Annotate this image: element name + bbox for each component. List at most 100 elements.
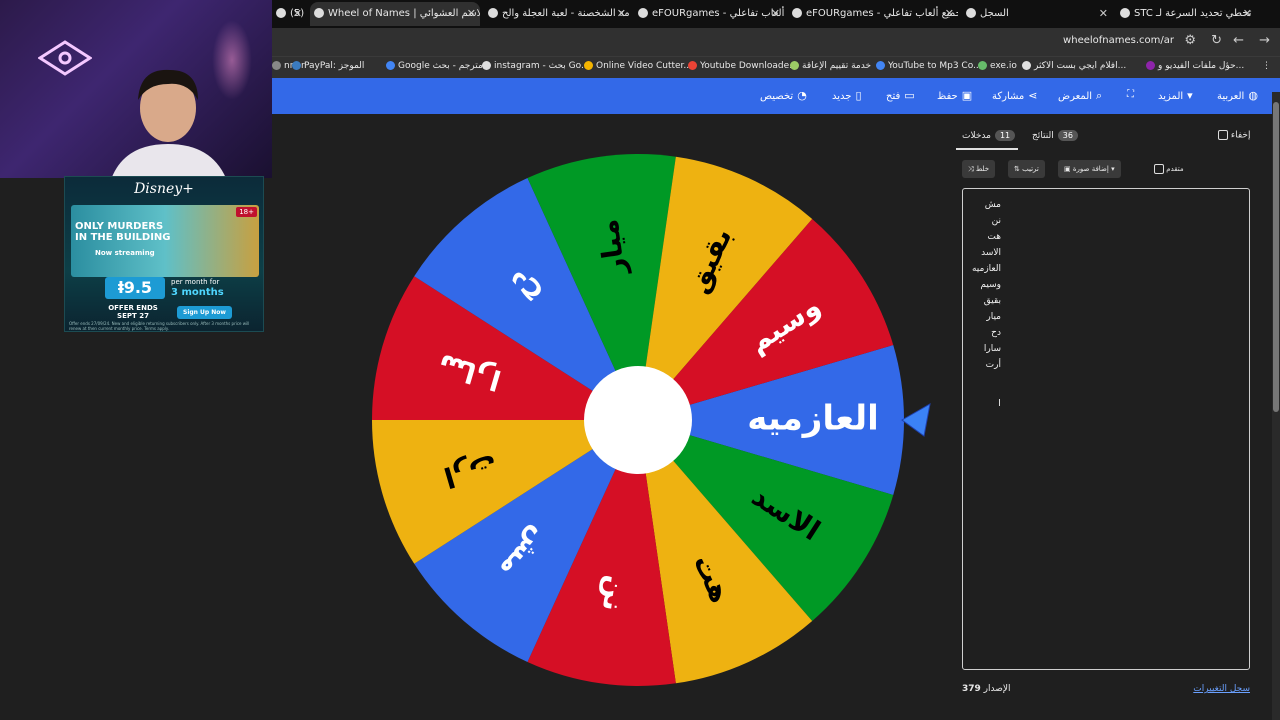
bookmark-favicon-icon <box>386 61 395 70</box>
bookmark-favicon-icon <box>292 61 301 70</box>
tab-label: eFOURgames - جميع ألعاب تفاعلي <box>652 8 784 19</box>
advanced-toggle[interactable]: متقدم <box>1148 160 1190 178</box>
bookmark-item[interactable]: instagram - بحث Go... <box>482 61 590 71</box>
bookmark-favicon-icon <box>1146 61 1155 70</box>
wheel[interactable]: العازميهالاسدهتننمشارتسارادحميار بقيقوسيم <box>368 150 931 690</box>
entries-panel: إخفاء النتائج 36 مدخلات 11 متقدم ▣ إضافة ص… <box>952 114 1268 720</box>
disney-plus-ad[interactable]: Disney+ 18+ ONLY MURDERS IN THE BUILDING… <box>64 176 264 332</box>
bookmark-item[interactable]: خدمة تقييم الإعاقة <box>790 61 871 71</box>
entry-line: دح <box>991 328 1001 338</box>
tab-label: دوامة الشخصنة - لعبة العجلة والح <box>502 8 630 19</box>
tab-favicon-icon <box>792 8 802 18</box>
new-button[interactable]: جديد ▯ <box>832 89 862 102</box>
tab-label: STC تخطي تحديد السرعة لـ <box>1134 8 1252 19</box>
entry-line: العازميه <box>971 264 1001 274</box>
neon-logo-icon <box>38 40 92 76</box>
address-bar: → ← ↻ ⚙ wheelofnames.com/ar <box>272 28 1280 56</box>
entry-line: وسيم <box>980 280 1001 290</box>
sort-icon: ⇅ <box>1014 165 1020 173</box>
tab-label: السجل <box>980 8 1009 19</box>
close-tab-icon[interactable]: ✕ <box>293 2 302 26</box>
shuffle-button[interactable]: ⤨ خلط <box>962 160 996 178</box>
open-button[interactable]: فتح ▭ <box>886 89 915 102</box>
bookmark-item[interactable]: Google مترجم - بحث <box>386 61 483 71</box>
wheel-of-names-page: العربية ◍ المزيد ▾ ⛶ المعرض ⌕ مشاركة ⋖ حفظ ▣ … <box>272 78 1280 720</box>
bookmarks-more-icon[interactable]: ⋮ <box>1262 61 1271 71</box>
close-tab-icon[interactable]: ✕ <box>771 2 780 26</box>
bookmark-favicon-icon <box>1022 61 1031 70</box>
forward-icon[interactable]: → <box>1259 33 1270 48</box>
bookmark-label: PayPal: الموجز <box>304 61 365 71</box>
bookmark-item[interactable]: YouTube to Mp3 Co... <box>876 61 982 71</box>
browser-tab[interactable]: دوامة الشخصنة - لعبة العجلة والح ✕ <box>484 2 630 26</box>
webcam-overlay <box>0 0 272 178</box>
customize-button[interactable]: تخصيص ◔ <box>760 89 807 102</box>
palette-icon: ◔ <box>797 89 807 102</box>
bookmark-label: Youtube Downloade... <box>700 61 798 71</box>
image-icon: ▣ <box>1064 165 1071 173</box>
close-tab-icon[interactable]: ✕ <box>467 2 476 26</box>
bookmark-favicon-icon <box>978 61 987 70</box>
browser-tab[interactable]: STC تخطي تحديد السرعة لـ ✕ <box>1116 2 1256 26</box>
version-label: 379 الإصدار <box>962 684 1011 694</box>
share-button[interactable]: مشاركة ⋖ <box>992 89 1038 102</box>
site-settings-icon[interactable]: ⚙ <box>1184 33 1196 48</box>
save-icon: ▣ <box>961 89 973 102</box>
bookmark-favicon-icon <box>876 61 885 70</box>
entry-line: مش <box>984 200 1001 210</box>
hide-checkbox-icon <box>1218 130 1228 140</box>
scrollbar-thumb[interactable] <box>1273 102 1279 412</box>
bookmark-favicon-icon <box>688 61 697 70</box>
url-text[interactable]: wheelofnames.com/ar <box>1063 35 1174 46</box>
share-icon: ⋖ <box>1028 89 1038 102</box>
browser-tab[interactable]: السجل ✕ <box>962 2 1112 26</box>
back-icon[interactable]: ← <box>1233 33 1244 48</box>
tab-favicon-icon <box>966 8 976 18</box>
tab-favicon-icon <box>314 8 324 18</box>
fullscreen-icon[interactable]: ⛶ <box>1127 89 1134 100</box>
close-tab-icon[interactable]: ✕ <box>1243 2 1252 26</box>
tab-results[interactable]: النتائج 36 <box>1032 130 1078 141</box>
save-button[interactable]: حفظ ▣ <box>937 89 972 102</box>
gallery-button[interactable]: المعرض ⌕ <box>1058 89 1102 103</box>
wheel-segment-label: العازميه <box>747 399 879 439</box>
entry-line: بقيق <box>983 296 1001 306</box>
wheel-center-button[interactable] <box>584 366 692 474</box>
ad-show-title: ONLY MURDERS IN THE BUILDING <box>75 221 171 243</box>
tab-entries[interactable]: مدخلات 11 <box>962 130 1016 141</box>
entry-line: الاسد <box>981 248 1001 258</box>
more-button[interactable]: المزيد ▾ <box>1158 89 1193 102</box>
bookmark-item[interactable]: افلام ايجي بست الاكثر... <box>1022 61 1126 71</box>
tab-favicon-icon <box>276 8 286 18</box>
hide-toggle[interactable]: إخفاء <box>1218 130 1250 141</box>
bookmark-label: افلام ايجي بست الاكثر... <box>1034 61 1127 71</box>
page-scrollbar[interactable] <box>1272 92 1280 720</box>
tab-favicon-icon <box>1120 8 1130 18</box>
wheel-pointer-icon <box>901 403 931 437</box>
bookmark-item[interactable]: حؤل ملفات الفيديو و... <box>1146 61 1244 71</box>
language-button[interactable]: العربية ◍ <box>1217 89 1258 102</box>
browser-tab[interactable]: eFOURgames - جميع ألعاب تفاعلي✕ <box>788 2 958 26</box>
bookmark-favicon-icon <box>584 61 593 70</box>
add-image-button[interactable]: ▣ إضافة صورة ▾ <box>1058 160 1121 178</box>
entries-textarea[interactable]: مش نن هت الاسد العازميه وسيم بقيق ميار دح سارا أرت <box>962 188 1250 670</box>
close-tab-icon[interactable]: ✕ <box>945 2 954 26</box>
entry-line: نن <box>991 216 1001 226</box>
ad-signup-button[interactable]: Sign Up Now <box>177 306 232 319</box>
browser-tab[interactable]: Wheel of Names | عجلة الاسم العشوائي✕ <box>310 2 480 26</box>
advanced-checkbox-icon <box>1154 164 1164 174</box>
browser-tab[interactable]: (5) ✕ <box>272 2 306 26</box>
bookmark-label: exe.io <box>990 61 1017 71</box>
active-tab-indicator <box>956 148 1018 150</box>
bookmark-item[interactable]: PayPal: الموجز <box>292 61 364 71</box>
close-tab-icon[interactable]: ✕ <box>1099 2 1108 26</box>
bookmark-item[interactable]: Online Video Cutter... <box>584 61 692 71</box>
reload-icon[interactable]: ↻ <box>1211 33 1222 48</box>
bookmark-label: instagram - بحث Go... <box>494 61 590 71</box>
bookmark-item[interactable]: exe.io <box>978 61 1017 71</box>
browser-tab[interactable]: eFOURgames - جميع ألعاب تفاعلي✕ <box>634 2 784 26</box>
close-tab-icon[interactable]: ✕ <box>617 2 626 26</box>
bookmark-item[interactable]: Youtube Downloade... <box>688 61 798 71</box>
changelog-link[interactable]: سجل التغييرات <box>1193 684 1250 694</box>
sort-button[interactable]: ⇅ ترتيب <box>1008 160 1045 178</box>
